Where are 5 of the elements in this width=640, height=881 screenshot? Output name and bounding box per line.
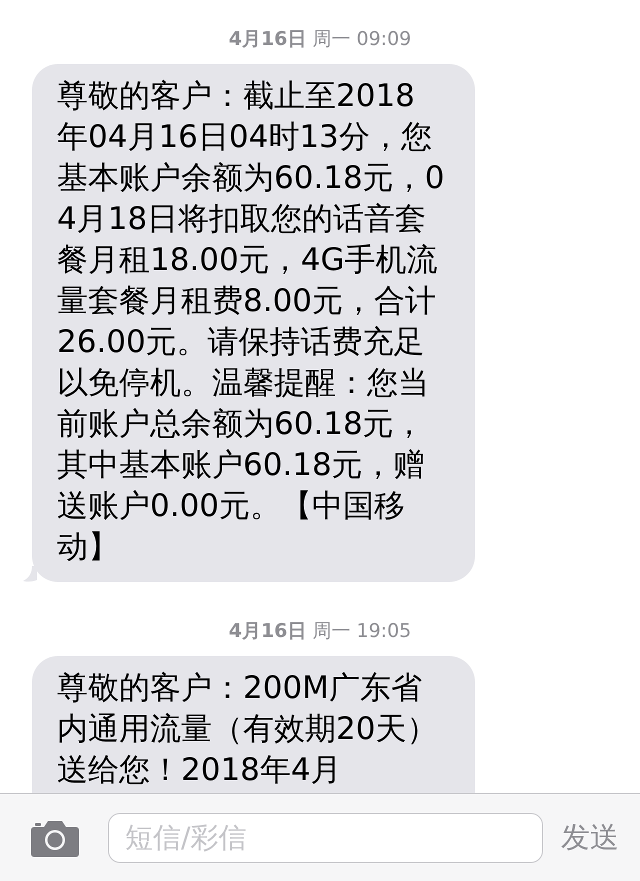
message-timestamp: 4月16日 周一 09:09 [228, 27, 412, 52]
message-input-field[interactable]: 短信/彩信 [108, 812, 543, 862]
message-text: 尊敬的客户：200M广东省内通用流量（有效期20天）送给您！2018年4月 [57, 669, 438, 790]
message-timestamp: 4月16日 周一 19:05 [228, 619, 412, 644]
message-text: 尊敬的客户：截止至2018年04月16日04时13分，您基本账户余额为60.18元，04月18日将扣取您的话音套餐月租18.00元，4G手机流量套餐月租费8.00元，合计26.00元。请保持话费充足以免停机。温馨提醒：您当前账户总余额为60.18元，其中基本账户60.18元，赠送账户0.00元。【中国移动】 [57, 77, 445, 567]
